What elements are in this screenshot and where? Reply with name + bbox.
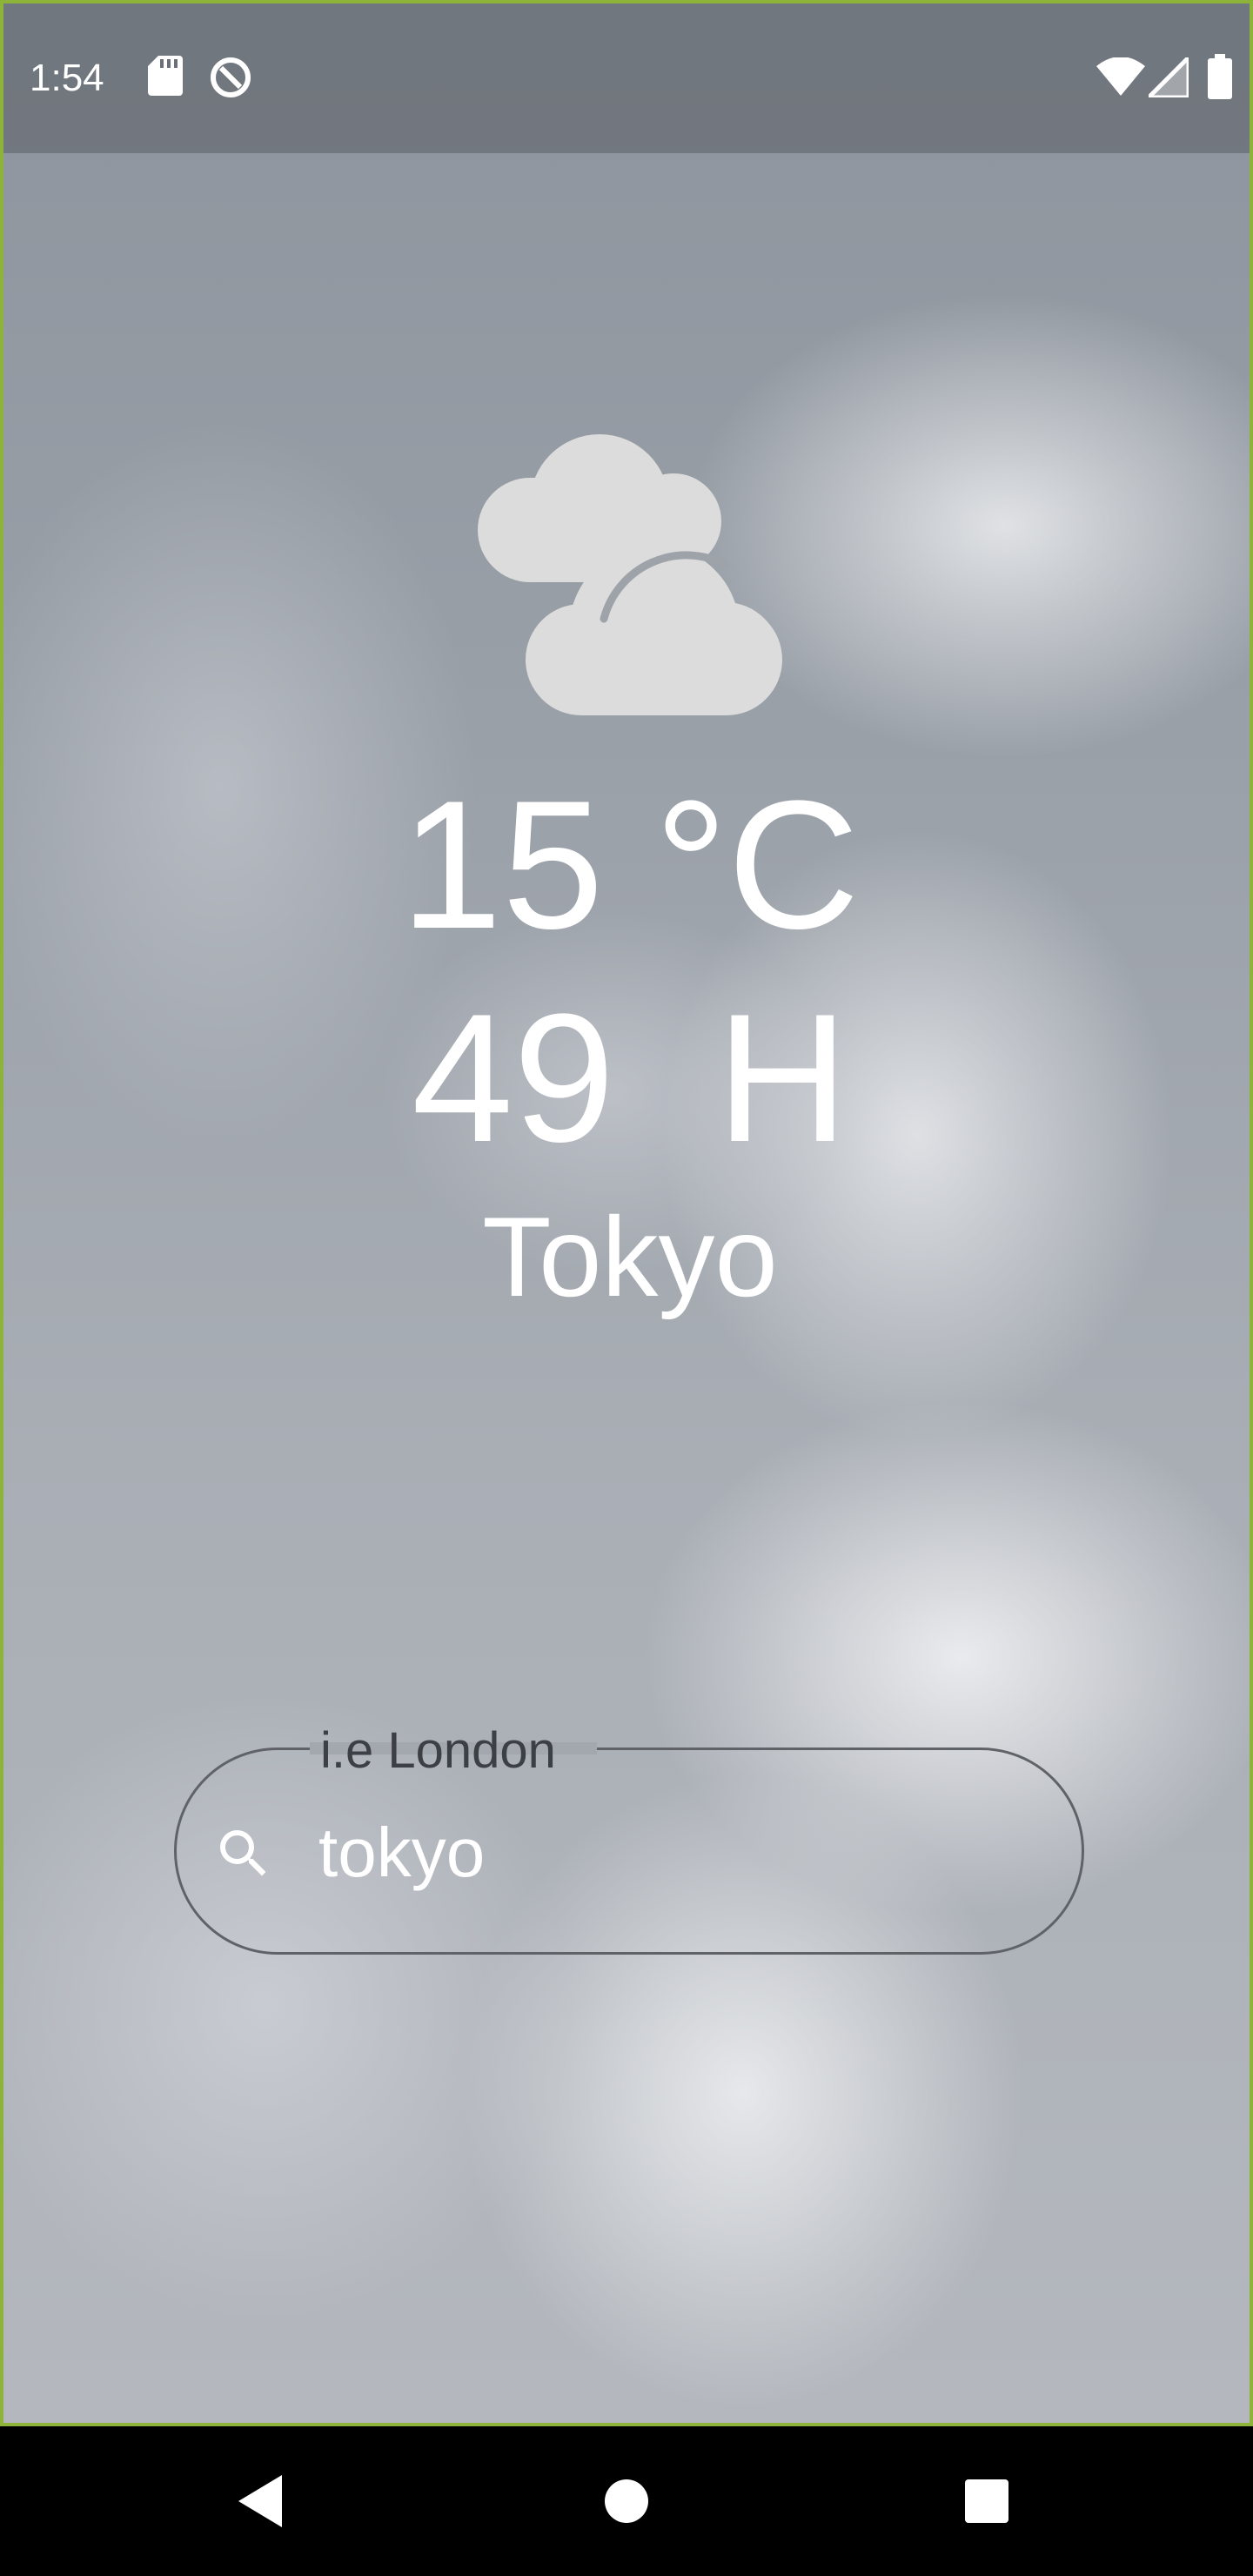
battery-icon (1208, 54, 1232, 99)
back-icon[interactable] (228, 2466, 298, 2536)
sd-card-icon (148, 56, 183, 96)
weather-app-background: 1:54 15 °C 49 H Tokyo i.e London tokyo (0, 0, 1253, 2426)
home-icon[interactable] (592, 2466, 661, 2536)
status-time: 1:54 (30, 57, 104, 99)
search-input[interactable] (318, 1814, 1015, 1892)
recents-icon[interactable] (952, 2466, 1022, 2536)
status-bar: 1:54 (3, 3, 1250, 153)
search-field-label: i.e London (320, 1722, 556, 1779)
humidity-value: 49 H (412, 976, 848, 1180)
cellular-signal-icon (1149, 57, 1189, 97)
navigation-bar (0, 2426, 1253, 2576)
search-icon[interactable] (212, 1822, 275, 1885)
screen: 1:54 15 °C 49 H Tokyo i.e London tokyo (0, 0, 1253, 2576)
do-not-disturb-icon (211, 57, 251, 97)
cloudy-icon (478, 434, 782, 715)
temperature-value: 15 °C (400, 762, 860, 967)
wifi-icon (1096, 57, 1145, 96)
city-name: Tokyo (482, 1193, 778, 1320)
